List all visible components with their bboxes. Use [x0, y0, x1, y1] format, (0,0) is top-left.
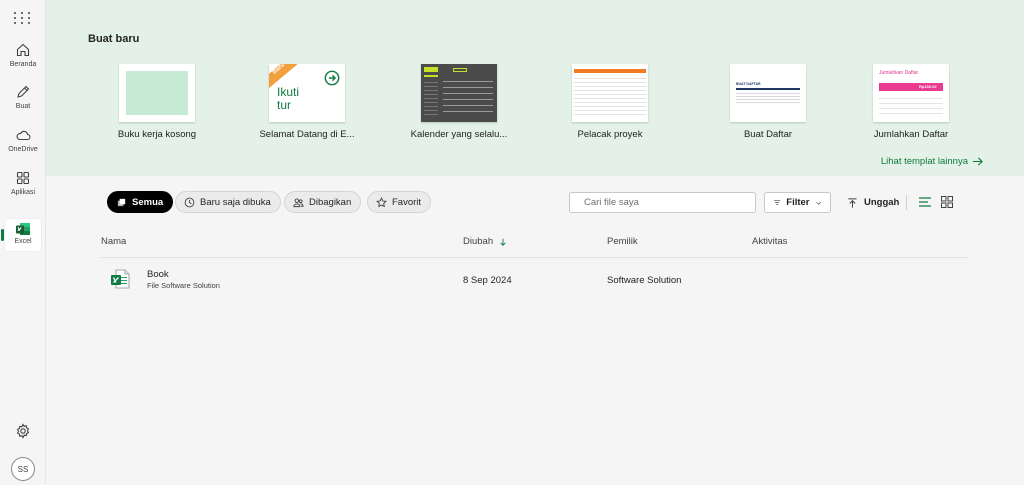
tab-label: Baru saja dibuka — [200, 196, 271, 208]
left-rail: Beranda Buat OneDrive Aplikasi Excel SS — [0, 0, 46, 485]
rail-item-home[interactable]: Beranda — [2, 42, 44, 76]
template-thumbnail — [421, 64, 497, 122]
template-thumbnail: Jumlahkan Daftar Rp136.02 — [873, 64, 949, 122]
file-owner: Software Solution — [607, 275, 682, 286]
template-project-tracker[interactable]: Pelacak proyek — [540, 64, 680, 140]
rail-item-label: Excel — [14, 238, 32, 245]
avatar[interactable]: SS — [11, 457, 35, 481]
excel-icon — [16, 223, 30, 235]
table-row[interactable]: Book File Software Solution 8 Sep 2024 S… — [101, 258, 968, 302]
cloud-icon — [16, 130, 31, 141]
template-blank-workbook[interactable]: Buku kerja kosong — [87, 64, 227, 140]
rail-item-apps[interactable]: Aplikasi — [2, 170, 44, 204]
rail-item-label: Aplikasi — [10, 189, 36, 196]
tab-label: Favorit — [392, 196, 422, 208]
rail-item-create[interactable]: Buat — [2, 84, 44, 118]
column-header-label: Diubah — [463, 236, 494, 247]
filter-lines-icon — [774, 200, 781, 205]
arrow-right-circle-icon — [324, 70, 340, 86]
template-sum-list[interactable]: Jumlahkan Daftar Rp136.02 Jumlahkan Daft… — [841, 64, 981, 140]
template-thumbnail — [572, 64, 648, 122]
rail-item-label: Buat — [15, 103, 31, 110]
star-icon — [376, 196, 387, 207]
column-header-label: Aktivitas — [752, 236, 788, 247]
template-label: Pelacak proyek — [577, 129, 643, 140]
file-location: File Software Solution — [147, 281, 220, 290]
active-indicator — [1, 229, 4, 241]
tour-thumb-text: Ikuti tur — [277, 85, 300, 112]
filter-button[interactable]: Filter — [764, 192, 831, 213]
tab-recent[interactable]: Baru saja dibuka — [175, 191, 281, 213]
chevron-down-icon — [815, 201, 821, 205]
upload-label: Unggah — [864, 197, 900, 208]
rail-item-label: Beranda — [9, 61, 37, 68]
template-welcome-tour[interactable]: Baru Ikuti tur Selamat Datang di E... — [237, 64, 377, 140]
create-new-section: Buat baru Buku kerja kosong Baru Ikuti t… — [46, 0, 1024, 176]
stack-icon — [117, 198, 126, 206]
template-calendar[interactable]: Kalender yang selalu... — [389, 64, 529, 140]
filter-label: Filter — [786, 197, 810, 208]
sum-thumb-value: Rp136.02 — [919, 84, 937, 89]
sum-thumb-title: Jumlahkan Daftar — [879, 70, 919, 76]
tab-favorites[interactable]: Favorit — [367, 191, 432, 213]
app-launcher-icon[interactable] — [13, 10, 33, 26]
people-icon — [293, 197, 304, 207]
template-label: Selamat Datang di E... — [259, 129, 355, 140]
upload-button[interactable]: Unggah — [847, 194, 899, 211]
file-name: Book — [147, 269, 169, 280]
toolbar-divider — [906, 195, 907, 210]
template-label: Buku kerja kosong — [117, 129, 197, 140]
arrow-right-icon — [972, 157, 983, 166]
rail-item-onedrive[interactable]: OneDrive — [2, 127, 44, 161]
rail-item-label: OneDrive — [8, 146, 38, 153]
tab-label: Semua — [132, 196, 164, 208]
template-label: Kalender yang selalu... — [410, 129, 508, 140]
sort-descending-icon — [500, 238, 506, 246]
template-thumbnail: BUAT DAFTAR — [730, 64, 806, 122]
clock-icon — [184, 197, 195, 207]
tab-shared[interactable]: Dibagikan — [284, 191, 362, 213]
search-input[interactable] — [569, 192, 756, 213]
list-thumb-text: BUAT DAFTAR — [736, 82, 761, 86]
see-more-templates-link[interactable]: Lihat templat lainnya — [881, 156, 983, 167]
column-header-activity[interactable]: Aktivitas — [752, 236, 787, 247]
pencil-icon — [17, 85, 30, 98]
tab-label: Dibagikan — [309, 196, 352, 208]
rail-item-excel[interactable]: Excel — [5, 219, 41, 251]
column-header-owner[interactable]: Pemilik — [607, 236, 638, 247]
tab-all[interactable]: Semua — [107, 191, 174, 213]
apps-icon — [16, 171, 30, 185]
section-title: Buat baru — [88, 33, 140, 45]
excel-file-icon — [111, 269, 130, 289]
column-header-modified[interactable]: Diubah — [463, 236, 507, 247]
template-thumbnail — [119, 64, 195, 122]
template-make-list[interactable]: BUAT DAFTAR Buat Daftar — [698, 64, 838, 140]
list-view-icon[interactable] — [918, 195, 932, 209]
template-label: Jumlahkan Daftar — [873, 129, 949, 140]
template-label: Buat Daftar — [743, 129, 793, 140]
see-more-label: Lihat templat lainnya — [880, 156, 968, 167]
file-modified: 8 Sep 2024 — [463, 275, 512, 286]
column-header-label: Nama — [101, 236, 127, 247]
column-header-name[interactable]: Nama — [101, 236, 126, 247]
column-header-label: Pemilik — [607, 236, 638, 247]
grid-view-icon[interactable] — [940, 195, 954, 209]
home-icon — [16, 43, 30, 57]
gear-icon[interactable] — [15, 423, 31, 439]
template-thumbnail: Baru Ikuti tur — [269, 64, 345, 122]
upload-icon — [848, 197, 857, 208]
